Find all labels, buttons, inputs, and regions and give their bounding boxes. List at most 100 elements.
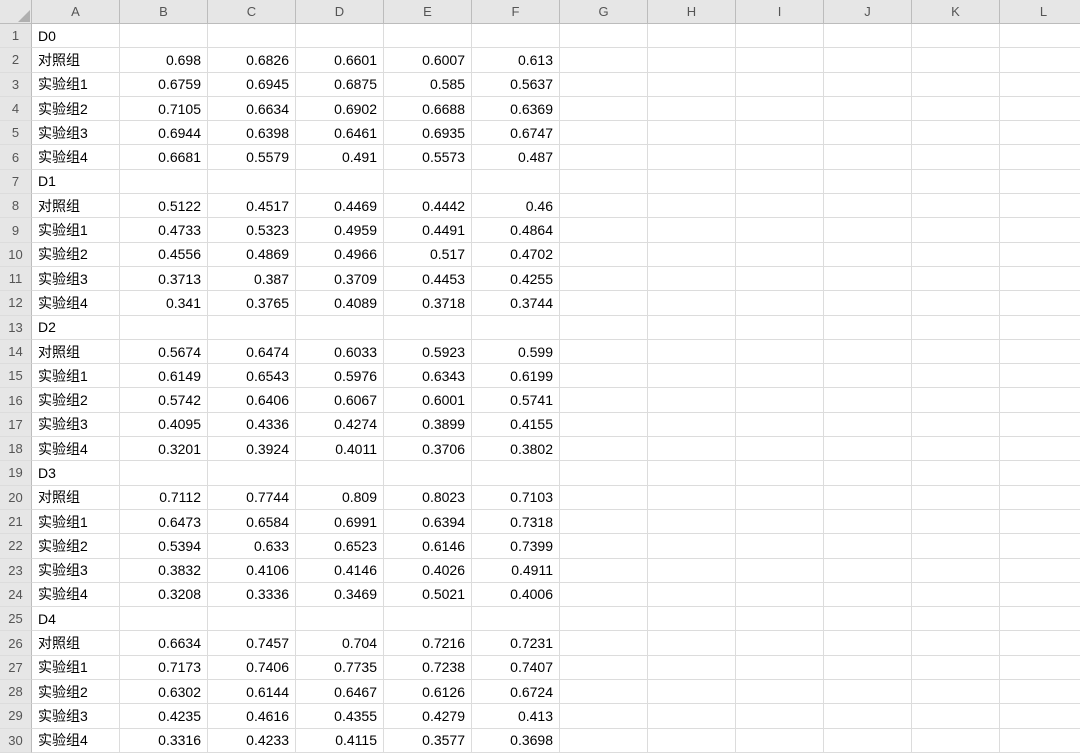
- cell[interactable]: 实验组1: [32, 656, 120, 680]
- cell[interactable]: 0.6543: [208, 364, 296, 388]
- cell[interactable]: [1000, 340, 1080, 364]
- cell[interactable]: 0.4911: [472, 559, 560, 583]
- row-header[interactable]: 7: [0, 170, 32, 194]
- cell[interactable]: 0.6007: [384, 48, 472, 72]
- cell[interactable]: [560, 680, 648, 704]
- cell[interactable]: 0.4959: [296, 218, 384, 242]
- cell[interactable]: 0.6584: [208, 510, 296, 534]
- cell[interactable]: 0.3718: [384, 291, 472, 315]
- cell[interactable]: 0.4869: [208, 243, 296, 267]
- cell[interactable]: 0.4279: [384, 704, 472, 728]
- cell[interactable]: 0.3744: [472, 291, 560, 315]
- cell[interactable]: [912, 559, 1000, 583]
- row-header[interactable]: 4: [0, 97, 32, 121]
- cell[interactable]: [1000, 316, 1080, 340]
- cell[interactable]: 0.7112: [120, 486, 208, 510]
- cell[interactable]: 0.5923: [384, 340, 472, 364]
- cell[interactable]: [912, 486, 1000, 510]
- cell[interactable]: [648, 461, 736, 485]
- cell[interactable]: [560, 73, 648, 97]
- cell[interactable]: [560, 704, 648, 728]
- cell[interactable]: [648, 656, 736, 680]
- cell[interactable]: [648, 583, 736, 607]
- cell[interactable]: [296, 24, 384, 48]
- cell[interactable]: 0.7216: [384, 631, 472, 655]
- cell[interactable]: [560, 194, 648, 218]
- cell[interactable]: 实验组2: [32, 388, 120, 412]
- cell[interactable]: 0.3709: [296, 267, 384, 291]
- cell[interactable]: [1000, 704, 1080, 728]
- cell[interactable]: 0.5637: [472, 73, 560, 97]
- cell[interactable]: 0.4517: [208, 194, 296, 218]
- row-header[interactable]: 20: [0, 486, 32, 510]
- cell[interactable]: 0.6945: [208, 73, 296, 97]
- cell[interactable]: [120, 461, 208, 485]
- cell[interactable]: 0.7103: [472, 486, 560, 510]
- cell[interactable]: [736, 194, 824, 218]
- cell[interactable]: [648, 145, 736, 169]
- cell[interactable]: [648, 218, 736, 242]
- cell[interactable]: [1000, 656, 1080, 680]
- cell[interactable]: [912, 24, 1000, 48]
- cell[interactable]: [1000, 194, 1080, 218]
- cell[interactable]: 0.8023: [384, 486, 472, 510]
- cell[interactable]: [1000, 631, 1080, 655]
- cell[interactable]: [560, 583, 648, 607]
- cell[interactable]: [648, 24, 736, 48]
- cell[interactable]: [824, 48, 912, 72]
- cell[interactable]: 0.4089: [296, 291, 384, 315]
- cell[interactable]: 0.387: [208, 267, 296, 291]
- cell[interactable]: 0.7173: [120, 656, 208, 680]
- cell[interactable]: [1000, 510, 1080, 534]
- cell[interactable]: 0.4026: [384, 559, 472, 583]
- cell[interactable]: 0.3208: [120, 583, 208, 607]
- row-header[interactable]: 12: [0, 291, 32, 315]
- cell[interactable]: [912, 291, 1000, 315]
- cell[interactable]: [912, 267, 1000, 291]
- cell[interactable]: [648, 437, 736, 461]
- row-header[interactable]: 19: [0, 461, 32, 485]
- cell[interactable]: 0.7735: [296, 656, 384, 680]
- cell[interactable]: [824, 680, 912, 704]
- cell[interactable]: [472, 24, 560, 48]
- cell[interactable]: [648, 364, 736, 388]
- cell[interactable]: [736, 656, 824, 680]
- cell[interactable]: [912, 534, 1000, 558]
- cell[interactable]: [648, 729, 736, 753]
- cell[interactable]: [736, 486, 824, 510]
- cell[interactable]: [736, 388, 824, 412]
- cell[interactable]: [560, 486, 648, 510]
- cell[interactable]: 0.5976: [296, 364, 384, 388]
- cell[interactable]: [648, 267, 736, 291]
- cell[interactable]: [648, 510, 736, 534]
- cell[interactable]: [1000, 24, 1080, 48]
- cell[interactable]: 实验组1: [32, 73, 120, 97]
- cell[interactable]: [736, 437, 824, 461]
- cell[interactable]: [120, 24, 208, 48]
- cell[interactable]: 实验组3: [32, 559, 120, 583]
- cell[interactable]: [912, 583, 1000, 607]
- cell[interactable]: [824, 437, 912, 461]
- cell[interactable]: [1000, 291, 1080, 315]
- cell[interactable]: 0.6343: [384, 364, 472, 388]
- cell[interactable]: 0.4233: [208, 729, 296, 753]
- cell[interactable]: 0.7457: [208, 631, 296, 655]
- row-header[interactable]: 28: [0, 680, 32, 704]
- cell[interactable]: [912, 607, 1000, 631]
- cell[interactable]: [560, 510, 648, 534]
- cell[interactable]: 实验组2: [32, 534, 120, 558]
- cell[interactable]: [648, 534, 736, 558]
- column-header[interactable]: F: [472, 0, 560, 24]
- cell[interactable]: 0.4011: [296, 437, 384, 461]
- cell[interactable]: 0.3802: [472, 437, 560, 461]
- cell[interactable]: 0.6875: [296, 73, 384, 97]
- cell[interactable]: [560, 291, 648, 315]
- cell[interactable]: 0.3899: [384, 413, 472, 437]
- row-header[interactable]: 14: [0, 340, 32, 364]
- cell[interactable]: [736, 170, 824, 194]
- cell[interactable]: 0.4146: [296, 559, 384, 583]
- row-header[interactable]: 5: [0, 121, 32, 145]
- column-header[interactable]: B: [120, 0, 208, 24]
- cell[interactable]: [560, 534, 648, 558]
- cell[interactable]: [208, 170, 296, 194]
